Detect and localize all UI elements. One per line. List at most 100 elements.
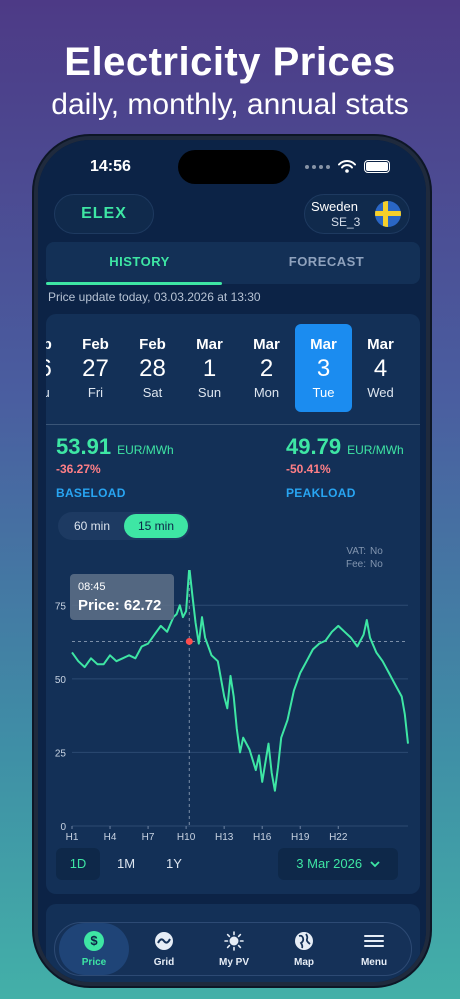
- wifi-icon: [338, 160, 356, 173]
- resolution-15min-button[interactable]: 15 min: [124, 514, 188, 538]
- day-number: 1: [202, 355, 217, 382]
- day-number: 4: [373, 355, 388, 382]
- peakload-block: 49.79 EUR/MWh -50.41% PEAKLOAD: [286, 434, 404, 500]
- range-1m-button[interactable]: 1M: [104, 848, 148, 880]
- day-month: Mar: [253, 336, 280, 353]
- day-picker[interactable]: Feb26Thu Feb27Fri Feb28Sat Mar1Sun Mar2M…: [46, 324, 409, 414]
- nav-map[interactable]: Map: [269, 923, 339, 975]
- peakload-unit: EUR/MWh: [347, 443, 404, 457]
- range-1y-button[interactable]: 1Y: [152, 848, 196, 880]
- resolution-60min-button[interactable]: 60 min: [60, 514, 124, 538]
- day-month: Mar: [367, 336, 394, 353]
- day-month: Feb: [46, 336, 67, 353]
- nav-grid[interactable]: Grid: [129, 923, 199, 975]
- y-tick-label: 50: [55, 675, 67, 686]
- day-weekday: Wed: [367, 385, 394, 400]
- tab-forecast[interactable]: FORECAST: [233, 242, 420, 284]
- dollar-icon: $: [84, 931, 104, 951]
- day-weekday: Thu: [46, 385, 67, 400]
- sweden-flag-icon: [375, 201, 401, 227]
- phone-frame: 14:56 ELEX Sweden SE_3 HISTORY FORECAST …: [34, 136, 430, 986]
- hamburger-icon: [364, 935, 384, 947]
- day-weekday: Tue: [312, 385, 335, 400]
- peakload-label: PEAKLOAD: [286, 486, 356, 500]
- promo-subtitle: daily, monthly, annual stats: [51, 88, 409, 121]
- nav-label: Map: [294, 957, 314, 968]
- range-1d-button[interactable]: 1D: [56, 848, 100, 880]
- grid-wave-icon: [155, 932, 173, 950]
- day-item[interactable]: Mar 2 Mon: [238, 324, 295, 412]
- price-update-text: Price update today, 03.03.2026 at 13:30: [48, 290, 261, 304]
- day-item[interactable]: Feb 27 Fri: [67, 324, 124, 412]
- day-number: 28: [139, 355, 166, 382]
- x-tick-label: H1: [66, 832, 79, 843]
- region-name: Sweden: [311, 199, 358, 214]
- battery-icon: [364, 160, 390, 173]
- nav-menu[interactable]: Menu: [339, 923, 409, 975]
- x-tick-label: H4: [104, 832, 117, 843]
- app-logo[interactable]: ELEX: [54, 194, 154, 234]
- promo-title: Electricity Prices: [64, 40, 396, 84]
- day-weekday: Mon: [253, 385, 280, 400]
- price-chart[interactable]: 0255075H1 H4 H7 H10 H13 H16 H19 H2208:45Price: …: [46, 570, 420, 850]
- day-item[interactable]: Mar 4 Wed: [352, 324, 409, 412]
- x-tick-label: H19: [291, 832, 310, 843]
- sun-icon: [224, 931, 244, 951]
- y-tick-label: 75: [55, 601, 67, 612]
- baseload-block: 53.91 EUR/MWh -36.27% BASELOAD: [56, 434, 174, 500]
- chevron-down-icon: [370, 861, 380, 868]
- status-icons: [305, 160, 390, 173]
- peakload-value: 49.79: [286, 434, 342, 459]
- price-card: Feb26Thu Feb27Fri Feb28Sat Mar1Sun Mar2M…: [46, 314, 420, 894]
- active-tab-indicator: [46, 282, 222, 285]
- nav-label: Price: [81, 957, 107, 968]
- vat-label: VAT:: [346, 546, 366, 557]
- nav-my-pv[interactable]: My PV: [199, 923, 269, 975]
- dynamic-island: [178, 150, 290, 184]
- app-screen: 14:56 ELEX Sweden SE_3 HISTORY FORECAST …: [38, 140, 426, 982]
- vat-fee-info: VAT: No Fee: No: [346, 545, 400, 571]
- day-weekday: Sun: [197, 385, 222, 400]
- day-month: Feb: [139, 336, 166, 353]
- highlight-point: [185, 637, 193, 645]
- vat-value: No: [370, 546, 383, 557]
- day-weekday: Sat: [142, 385, 163, 400]
- nav-label: My PV: [218, 957, 249, 968]
- day-month: Mar: [196, 336, 223, 353]
- globe-icon: [295, 932, 313, 950]
- baseload-value: 53.91: [56, 434, 112, 459]
- fee-label: Fee:: [345, 559, 366, 570]
- baseload-change: -36.27%: [56, 462, 101, 476]
- day-item[interactable]: Feb 26 Thu: [46, 324, 67, 412]
- tooltip-price: Price: 62.72: [78, 597, 161, 614]
- baseload-label: BASELOAD: [56, 486, 126, 500]
- range-tabs: 1D 1M 1Y: [56, 848, 196, 880]
- nav-label: Menu: [360, 957, 388, 968]
- day-item[interactable]: Mar 1 Sun: [181, 324, 238, 412]
- day-number: 3: [316, 355, 331, 382]
- day-item-selected[interactable]: Mar 3 Tue: [295, 324, 352, 412]
- region-selector[interactable]: Sweden SE_3: [304, 194, 410, 234]
- date-selector[interactable]: 3 Mar 2026: [278, 848, 398, 880]
- peakload-change: -50.41%: [286, 462, 331, 476]
- tab-history[interactable]: HISTORY: [46, 242, 233, 284]
- view-tabs: HISTORY FORECAST: [46, 242, 420, 285]
- region-zone: SE_3: [331, 215, 361, 229]
- nav-price[interactable]: $ Price: [59, 923, 129, 975]
- baseload-unit: EUR/MWh: [117, 443, 174, 457]
- tooltip-time: 08:45: [78, 581, 106, 593]
- day-item[interactable]: Feb 28 Sat: [124, 324, 181, 412]
- day-number: 2: [259, 355, 274, 382]
- status-time: 14:56: [90, 158, 131, 175]
- bottom-nav: $ Price Grid My PV Map Menu: [54, 922, 412, 976]
- nav-label: Grid: [153, 957, 175, 968]
- day-weekday: Fri: [87, 385, 104, 400]
- day-month: Mar: [310, 336, 337, 353]
- day-month: Feb: [82, 336, 109, 353]
- x-tick-label: H10: [177, 832, 196, 843]
- x-tick-label: H13: [215, 832, 234, 843]
- date-selector-label: 3 Mar 2026: [296, 856, 363, 871]
- x-tick-label: H16: [253, 832, 272, 843]
- day-number: 26: [46, 355, 67, 383]
- signal-icon: [305, 164, 330, 169]
